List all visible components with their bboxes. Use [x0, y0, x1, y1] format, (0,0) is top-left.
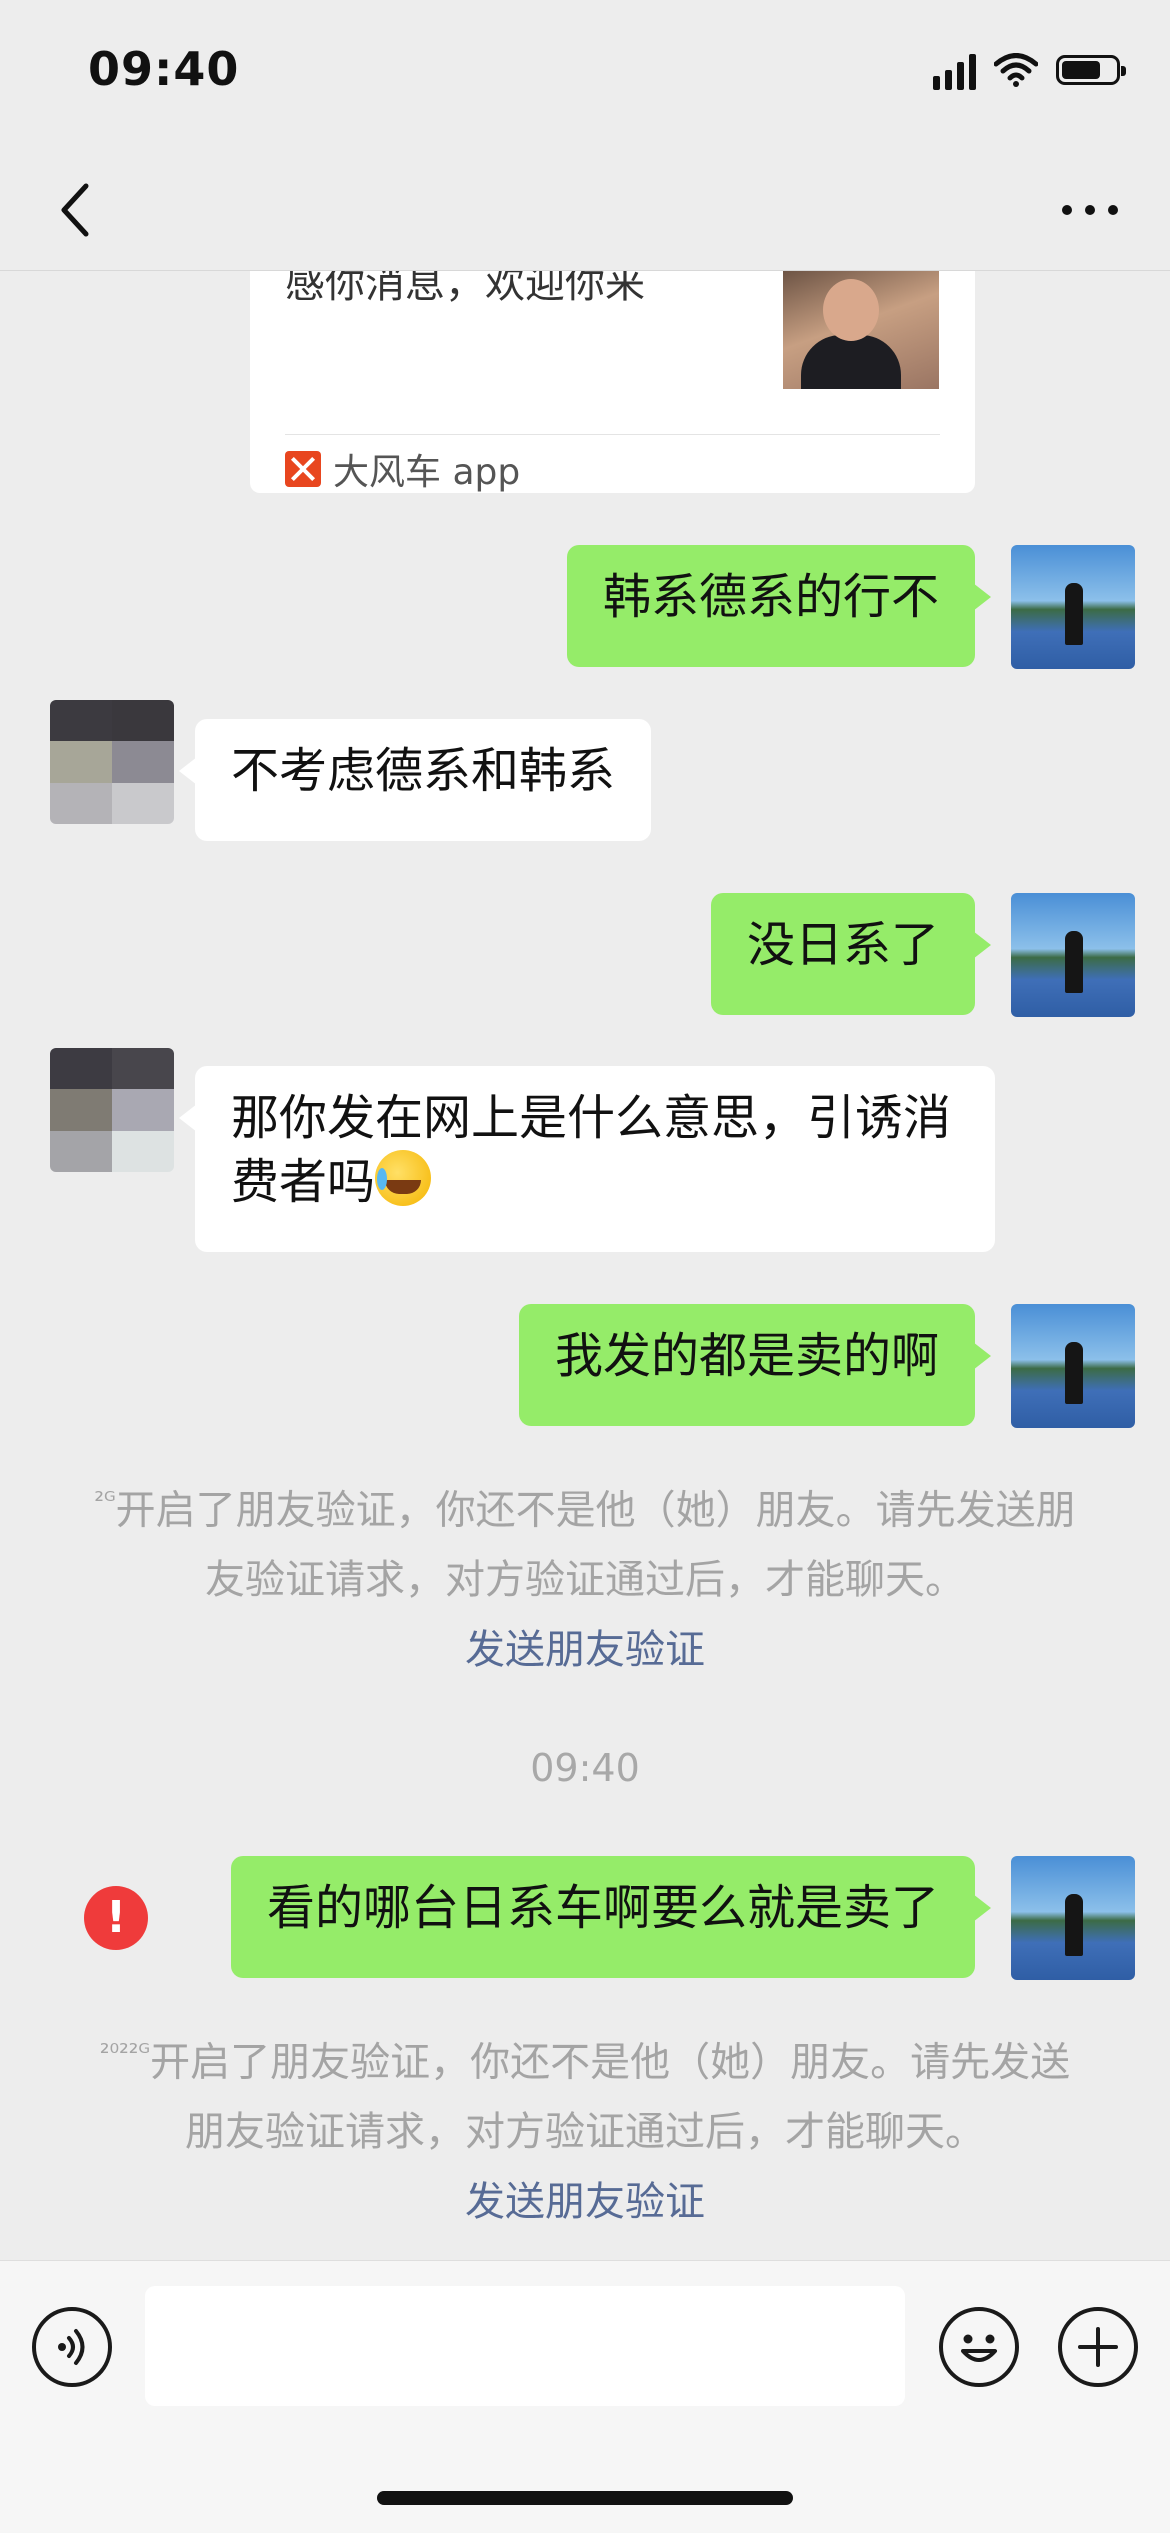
- friend-verification-notice: ²ᴳ开启了朋友验证，你还不是他（她）朋友。请先发送朋友验证请求，对方验证通过后，…: [90, 1466, 1080, 1685]
- friend-verification-notice: ²⁰²²ᴳ开启了朋友验证，你还不是他（她）朋友。请先发送朋友验证请求，对方验证通…: [90, 2018, 1080, 2237]
- message-text: 那你发在网上是什么意思，引诱消费者吗: [231, 1090, 952, 1210]
- plus-icon: [1078, 2327, 1118, 2367]
- status-time: 09:40: [88, 42, 240, 96]
- chat-area[interactable]: 感你消息，欢迎你来 大风车 app 韩系德系的行不 不考虑德系和韩系 没日系了 …: [0, 271, 1170, 2260]
- link-card[interactable]: 感你消息，欢迎你来 大风车 app: [250, 271, 975, 493]
- link-card-source: 大风车 app: [285, 443, 520, 495]
- message-input[interactable]: [145, 2286, 905, 2406]
- more-functions-button[interactable]: [1058, 2307, 1138, 2387]
- link-card-thumbnail: [783, 271, 939, 389]
- cellular-signal-icon: [933, 50, 976, 90]
- message-bubble-outgoing[interactable]: 我发的都是卖的啊: [518, 1304, 992, 1426]
- message-bubble-outgoing[interactable]: 没日系了: [710, 893, 992, 1015]
- home-indicator: [377, 2491, 793, 2505]
- back-button[interactable]: [40, 170, 110, 250]
- emoji-icon: [961, 2334, 997, 2362]
- link-card-source-name: 大风车 app: [333, 452, 521, 493]
- link-card-text: 感你消息，欢迎你来: [285, 271, 645, 307]
- my-avatar[interactable]: [1011, 893, 1135, 1017]
- input-bar: [0, 2260, 1170, 2533]
- wifi-icon: [994, 53, 1038, 87]
- notice-text: 开启了朋友验证，你还不是他（她）朋友。请先发送朋友验证请求，对方验证通过后，才能…: [150, 2039, 1071, 2156]
- message-bubble-incoming[interactable]: 不考虑德系和韩系: [178, 719, 652, 841]
- contact-avatar[interactable]: [50, 700, 174, 824]
- battery-icon: [1056, 55, 1126, 85]
- emoji-button[interactable]: [939, 2307, 1019, 2387]
- notice-text: 开启了朋友验证，你还不是他（她）朋友。请先发送朋友验证请求，对方验证通过后，才能…: [115, 1487, 1076, 1604]
- status-bar: 09:40: [0, 0, 1170, 150]
- message-bubble-outgoing[interactable]: 韩系德系的行不: [566, 545, 992, 667]
- nav-bar: [0, 150, 1170, 271]
- message-bubble-incoming[interactable]: 那你发在网上是什么意思，引诱消费者吗: [179, 1066, 995, 1252]
- send-verification-link[interactable]: 发送朋友验证: [90, 1615, 1080, 1685]
- send-verification-link[interactable]: 发送朋友验证: [90, 2167, 1080, 2237]
- crying-laughing-emoji-icon: [375, 1150, 432, 1206]
- message-timestamp: 09:40: [530, 1746, 640, 1790]
- chevron-left-icon: [61, 183, 89, 237]
- notice-name-prefix: ²⁰²²ᴳ: [99, 2039, 151, 2067]
- voice-icon: [58, 2329, 85, 2365]
- my-avatar[interactable]: [1011, 1856, 1135, 1980]
- status-icons: [933, 50, 1126, 90]
- my-avatar[interactable]: [1011, 545, 1135, 669]
- notice-name-prefix: ²ᴳ: [94, 1487, 116, 1515]
- contact-avatar[interactable]: [50, 1048, 174, 1172]
- send-failed-icon[interactable]: !: [84, 1886, 148, 1950]
- message-bubble-outgoing[interactable]: 看的哪台日系车啊要么就是卖了: [230, 1856, 992, 1978]
- my-avatar[interactable]: [1011, 1304, 1135, 1428]
- link-card-divider: [285, 434, 940, 435]
- more-button[interactable]: [1050, 170, 1130, 250]
- more-dots-icon: [1062, 205, 1118, 215]
- app-logo-icon: [285, 451, 321, 487]
- voice-button[interactable]: [32, 2307, 112, 2387]
